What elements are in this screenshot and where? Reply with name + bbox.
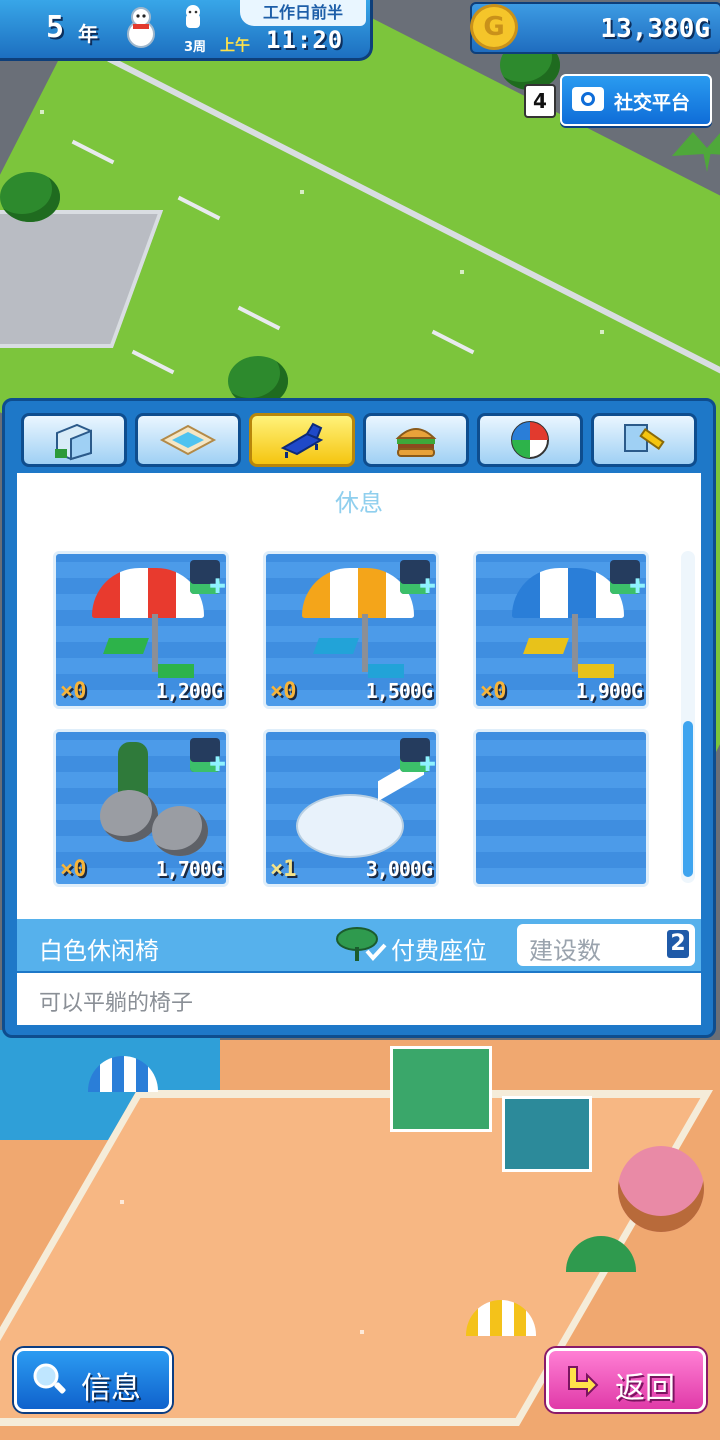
scroll-thumb[interactable] — [683, 721, 693, 877]
food-stall — [390, 1046, 492, 1132]
year-unit: 年 — [78, 22, 98, 46]
beach-ball-icon — [511, 421, 549, 459]
item-price: 1,900G — [575, 679, 643, 703]
selected-item-bar: 白色休闲椅 付费座位 建设数 2 — [17, 919, 701, 971]
item-card-rocks[interactable]: ✚ ×0 1,700G — [53, 729, 229, 887]
item-list-scrollbar[interactable] — [681, 551, 695, 883]
chair-icon — [103, 638, 149, 654]
item-price: 1,200G — [155, 679, 223, 703]
item-card-red-umbrella[interactable]: ✚ ×0 1,200G — [53, 551, 229, 709]
rock-shape — [152, 806, 208, 856]
chair-icon — [523, 638, 569, 654]
info-button[interactable]: 信息 — [14, 1348, 172, 1412]
plus-icon: ✚ — [419, 752, 436, 776]
year-number: 5 — [46, 10, 65, 45]
item-qty: ×0 — [60, 857, 87, 882]
item-list-area: 休息 ✚ ×0 1,200G ✚ ×0 1,500G ✚ ×0 1,900G ✚… — [17, 473, 701, 919]
week-label: 3周 — [184, 40, 207, 55]
tab-rest[interactable] — [249, 413, 355, 467]
white-lounge-chair-icon — [296, 794, 404, 858]
rock-shape — [100, 790, 158, 842]
lounge-chair-icon — [280, 422, 324, 458]
ghost-icon — [186, 5, 200, 28]
yellow-umbrella-icon — [302, 568, 414, 618]
return-arrow-icon — [568, 1366, 599, 1398]
paid-seat-icon — [336, 927, 387, 962]
back-button[interactable]: 返回 — [546, 1348, 706, 1412]
plus-icon: ✚ — [209, 752, 226, 776]
build-panel: 休息 ✚ ×0 1,200G ✚ ×0 1,500G ✚ ×0 1,900G ✚… — [2, 398, 716, 1038]
item-card-white-lounge-chair[interactable]: ✚ ×1 3,000G — [263, 729, 439, 887]
donut-shop — [618, 1146, 704, 1232]
hammer-icon — [624, 424, 665, 452]
build-count-value: 2 — [667, 930, 689, 958]
item-price: 3,000G — [365, 857, 433, 881]
ampm-label: 上午 — [220, 36, 251, 54]
plus-icon: ✚ — [209, 574, 226, 598]
blue-umbrella-icon — [512, 568, 624, 618]
money-amount: 13,380G — [600, 14, 710, 44]
social-button[interactable]: 社交平台 — [560, 74, 712, 126]
chair-icon — [368, 664, 404, 678]
kiosk — [502, 1096, 592, 1172]
snowflake — [40, 110, 44, 114]
snowflake — [600, 330, 604, 334]
period-tag: 工作日前半 — [240, 0, 366, 26]
description-bar: 可以平躺的椅子 — [17, 973, 701, 1025]
snowman-icon — [127, 7, 155, 48]
social-label: 社交平台 — [614, 92, 691, 114]
game-clock: 11:20 — [266, 26, 344, 54]
coin-icon: G — [470, 4, 518, 50]
item-price: 1,700G — [155, 857, 223, 881]
item-card-empty — [473, 729, 649, 887]
info-button-label: 信息 — [81, 1371, 141, 1406]
date-time-panel: 5 年 3周 上午 11:20 工作日前半 — [0, 0, 373, 61]
tab-build-tools[interactable] — [591, 413, 697, 467]
camera-icon — [572, 87, 604, 111]
red-umbrella-icon — [92, 568, 204, 618]
back-button-label: 返回 — [615, 1371, 675, 1406]
snowflake — [120, 1200, 124, 1204]
selected-item-name: 白色休闲椅 — [39, 937, 159, 965]
item-qty: ×1 — [270, 857, 297, 882]
snowflake — [360, 1330, 364, 1334]
item-attribute: 付费座位 — [391, 937, 487, 965]
item-price: 1,500G — [365, 679, 433, 703]
build-count-label: 建设数 — [529, 937, 601, 965]
item-qty: ×0 — [270, 679, 297, 704]
palm-tree — [672, 132, 720, 172]
snowflake — [300, 190, 304, 194]
tab-pools[interactable] — [135, 413, 241, 467]
chair-icon — [578, 664, 614, 678]
chair-icon — [158, 664, 194, 678]
snowflake — [460, 270, 464, 274]
category-title: 休息 — [335, 489, 383, 517]
tab-buildings[interactable] — [21, 413, 127, 467]
notification-badge[interactable]: 4 — [524, 84, 556, 118]
plus-icon: ✚ — [419, 574, 436, 598]
item-description: 可以平躺的椅子 — [39, 991, 194, 1016]
item-card-yellow-umbrella[interactable]: ✚ ×0 1,500G — [263, 551, 439, 709]
item-card-blue-umbrella[interactable]: ✚ ×0 1,900G — [473, 551, 649, 709]
build-count-box: 建设数 2 — [517, 924, 695, 966]
magnifier-icon — [33, 1363, 66, 1394]
plus-icon: ✚ — [629, 574, 646, 598]
tree — [0, 172, 60, 222]
hamburger-icon — [395, 428, 437, 457]
tab-play[interactable] — [477, 413, 583, 467]
chair-icon — [313, 638, 359, 654]
pool-icon — [159, 424, 217, 456]
item-qty: ×0 — [480, 679, 507, 704]
tab-food[interactable] — [363, 413, 469, 467]
building-icon — [55, 423, 92, 461]
item-qty: ×0 — [60, 679, 87, 704]
